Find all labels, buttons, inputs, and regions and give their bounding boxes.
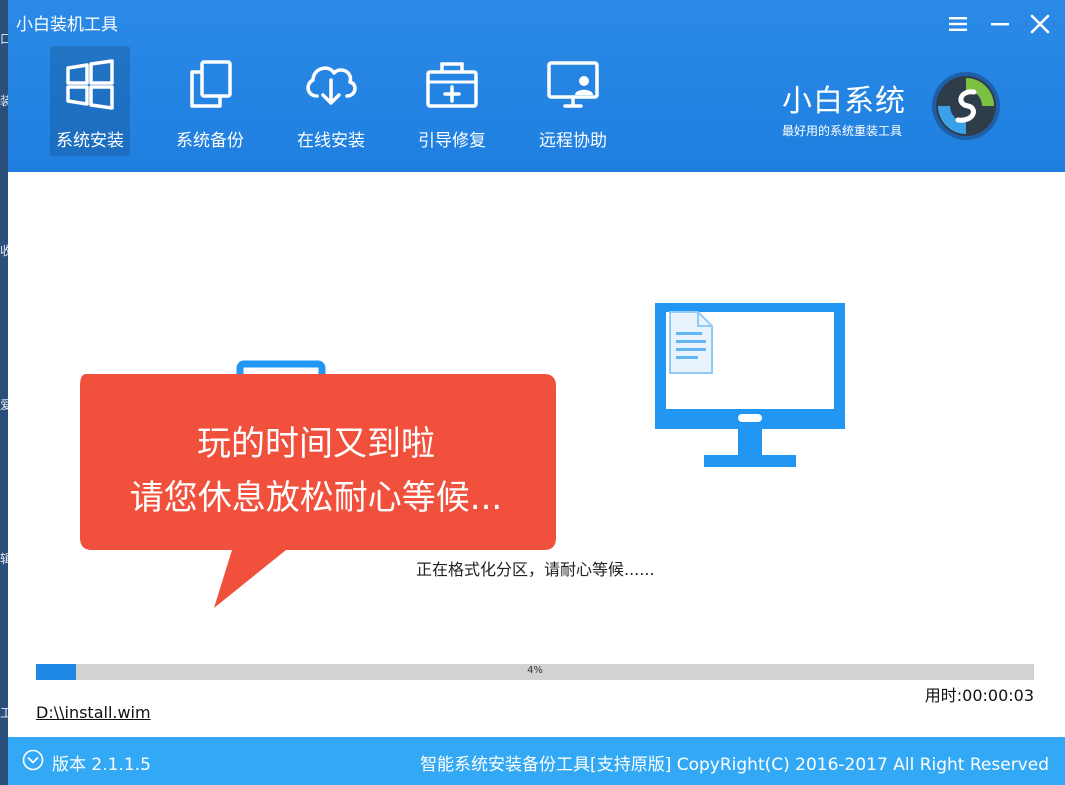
remote-support-icon [547,61,599,108]
nav-item-remote-support[interactable]: 远程协助 [533,46,613,156]
elapsed-label: 用时: [924,686,963,705]
nav-item-system-backup[interactable]: 系统备份 [170,46,250,156]
nav-item-online-install[interactable]: 在线安装 [291,46,371,156]
toolbox-icon [426,62,478,108]
menu-icon [949,17,967,31]
brand-name: 小白系统 [782,84,906,119]
nav-item-boot-repair[interactable]: 引导修复 [412,46,492,156]
copy-icon [190,60,232,108]
windows-icon [66,59,114,110]
elapsed-time: 用时:00:00:03 [925,682,1034,706]
copyright-text: 智能系统安装备份工具[支持原版] CopyRight(C) 2016-2017 … [420,755,1049,775]
current-file-path: D:\\install.wim [36,703,151,722]
app-window: 小白装机工具 系统安装 系统备份 在线安装 引导修复 远程协助 小白系统 最好用… [8,0,1065,785]
bubble-text-line1: 玩的时间又到啦 [197,424,435,464]
app-title: 小白装机工具 [16,15,118,35]
status-message: 正在格式化分区，请耐心等候...... [416,560,655,579]
version-label: 版本 2.1.1.5 [52,755,151,775]
footer-bar: 版本 2.1.1.5 智能系统安装备份工具[支持原版] CopyRight(C)… [8,737,1065,785]
minimize-icon [991,23,1009,26]
main-content: 玩的时间又到啦 请您休息放松耐心等候... 正在格式化分区，请耐心等候.....… [8,172,1065,737]
header-bar: 小白装机工具 系统安装 系统备份 在线安装 引导修复 远程协助 小白系统 最好用… [8,0,1065,172]
nav-label: 在线安装 [297,131,365,151]
version-chevron-icon[interactable] [22,749,44,771]
nav-label: 引导修复 [418,131,486,151]
close-icon [1030,14,1050,34]
elapsed-value: 00:00:03 [962,686,1034,705]
progress-percent: 4% [527,665,543,676]
menu-button[interactable] [940,6,976,42]
brand-logo-icon [932,72,1000,140]
minimize-button[interactable] [982,6,1018,42]
progress-bar: 4% [36,664,1034,680]
nav-label: 远程协助 [539,131,607,151]
nav-label: 系统备份 [176,131,244,151]
bubble-text-line2: 请您休息放松耐心等候... [129,478,503,518]
nav-item-system-install[interactable]: 系统安装 [50,46,130,156]
cloud-download-icon [306,66,357,105]
brand-slogan: 最好用的系统重装工具 [782,124,903,138]
close-button[interactable] [1022,6,1058,42]
monitor-document-icon [655,303,845,467]
nav-label: 系统安装 [56,131,124,151]
